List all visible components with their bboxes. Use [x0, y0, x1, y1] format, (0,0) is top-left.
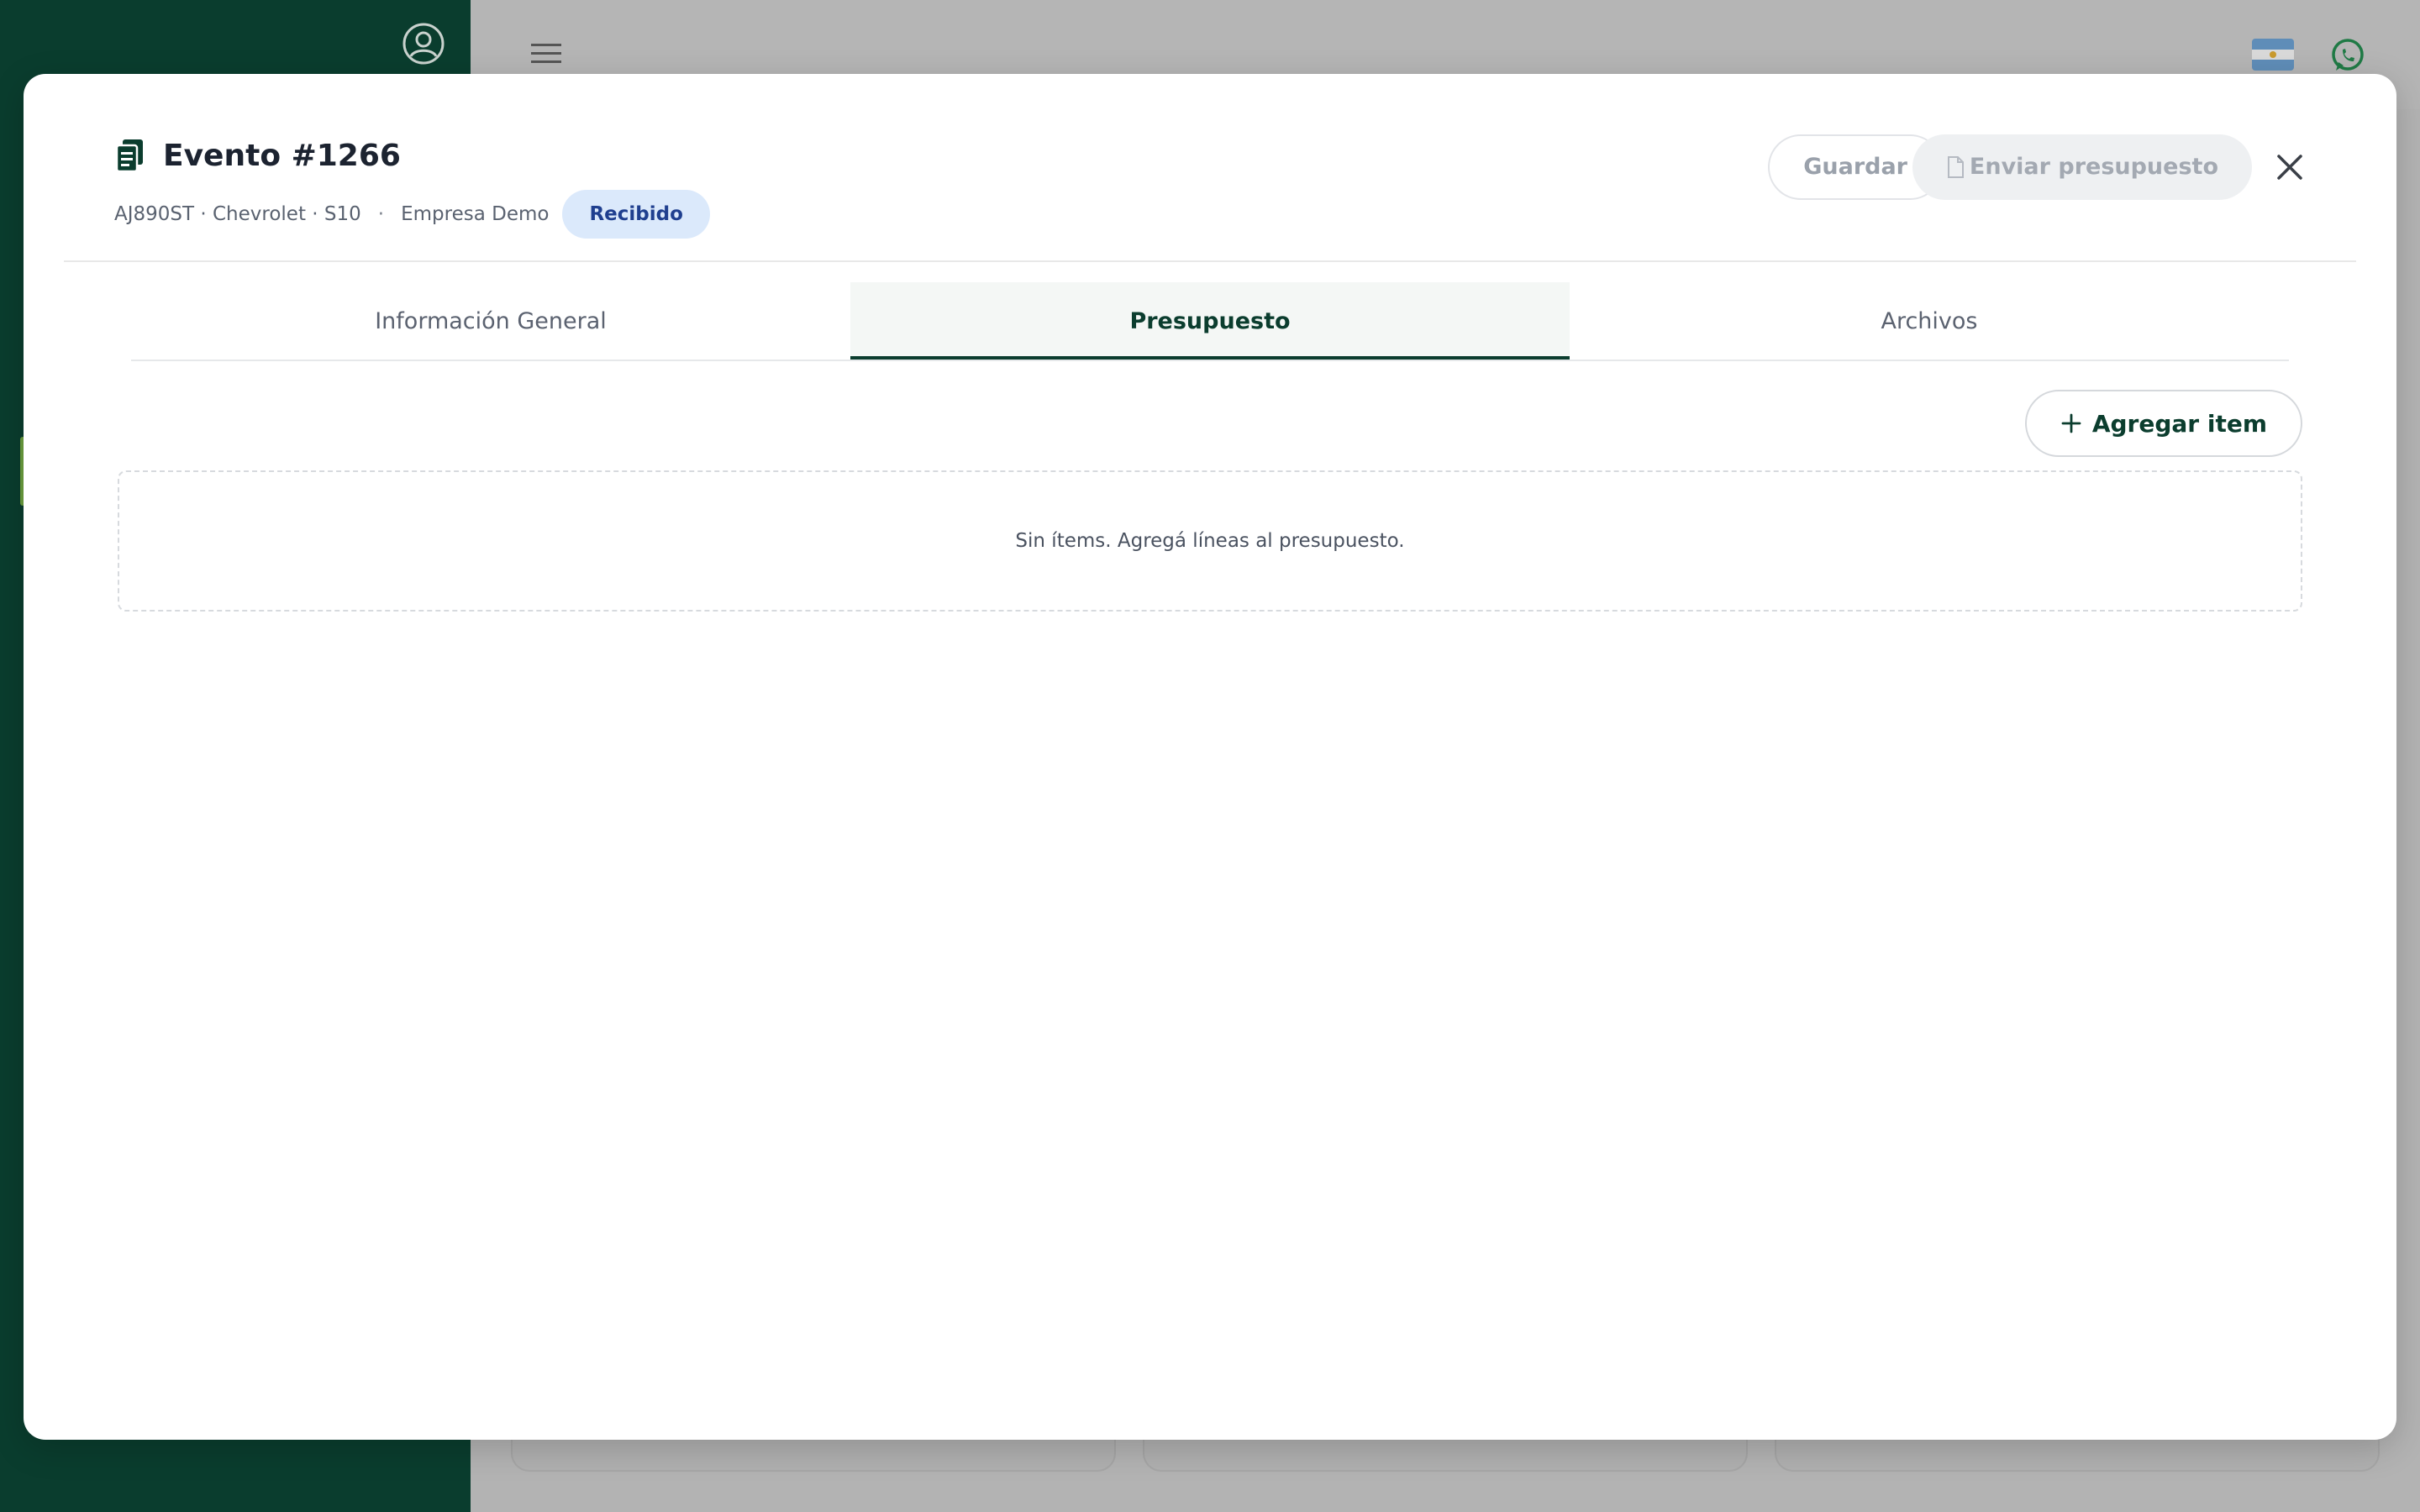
meta-separator: ·: [377, 203, 385, 225]
send-budget-button[interactable]: Enviar presupuesto: [1912, 134, 2252, 200]
company-name: Empresa Demo: [401, 203, 550, 225]
modal-title-row: Evento #1266: [114, 138, 401, 173]
event-modal: Evento #1266 AJ890ST · Chevrolet · S10 ·…: [24, 74, 2396, 1440]
send-budget-label: Enviar presupuesto: [1969, 154, 2218, 180]
close-icon: [2277, 155, 2302, 180]
tab-general-info[interactable]: Información General: [131, 282, 850, 360]
vehicle-info: AJ890ST · Chevrolet · S10: [114, 203, 361, 225]
tab-budget[interactable]: Presupuesto: [850, 282, 1570, 360]
modal-title: Evento #1266: [163, 138, 401, 173]
hamburger-menu-icon[interactable]: [529, 40, 563, 67]
user-circle-icon[interactable]: [402, 22, 445, 66]
empty-message: Sin ítems. Agregá líneas al presupuesto.: [1015, 530, 1405, 552]
status-badge: Recibido: [562, 190, 710, 239]
argentina-flag-icon[interactable]: [2252, 39, 2294, 71]
document-copy-icon: [115, 139, 143, 173]
whatsapp-icon[interactable]: [2329, 37, 2366, 74]
add-item-button[interactable]: Agregar item: [2024, 390, 2302, 457]
close-button[interactable]: [2270, 148, 2309, 186]
plus-icon: [2061, 413, 2081, 433]
modal-tabs: Información General Presupuesto Archivos: [131, 282, 2289, 361]
budget-empty-state: Sin ítems. Agregá líneas al presupuesto.: [118, 470, 2302, 612]
add-item-label: Agregar item: [2091, 409, 2267, 438]
file-icon: [1947, 156, 1964, 178]
modal-header: Evento #1266 AJ890ST · Chevrolet · S10 ·…: [64, 74, 2356, 262]
tab-files[interactable]: Archivos: [1570, 282, 2289, 360]
event-meta: AJ890ST · Chevrolet · S10 · Empresa Demo…: [114, 190, 710, 239]
